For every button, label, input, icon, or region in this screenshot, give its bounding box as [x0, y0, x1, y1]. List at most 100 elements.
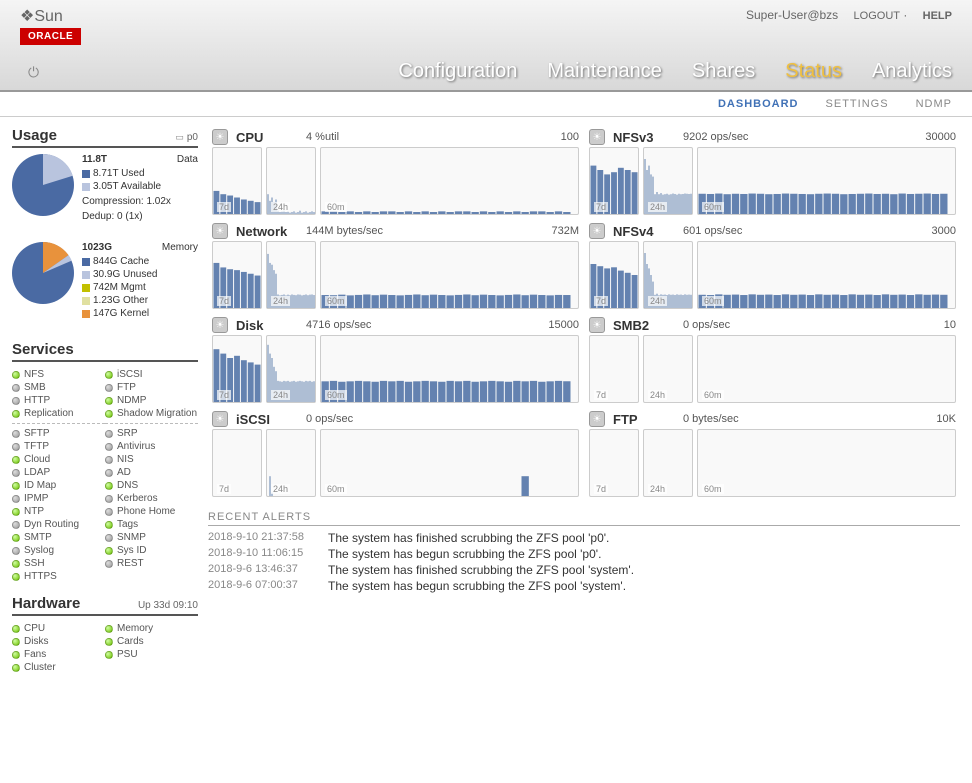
weather-icon[interactable]: ☀: [589, 223, 605, 239]
service-ftp[interactable]: FTP: [105, 381, 198, 394]
service-memory[interactable]: Memory: [105, 622, 198, 635]
service-ldap[interactable]: LDAP: [12, 466, 105, 479]
service-ssh[interactable]: SSH: [12, 557, 105, 570]
service-shadow-migration[interactable]: Shadow Migration: [105, 407, 198, 420]
status-led: [105, 625, 113, 633]
spark-60m[interactable]: 60m: [697, 241, 956, 309]
nav-shares[interactable]: Shares: [692, 60, 755, 83]
spark-60m[interactable]: 60m: [697, 147, 956, 215]
alert-row: 2018-9-10 11:06:15The system has begun s…: [208, 546, 960, 562]
spark-60m[interactable]: 60m: [320, 241, 579, 309]
subnav-ndmp[interactable]: NDMP: [916, 98, 952, 110]
nav-status[interactable]: Status: [785, 60, 842, 83]
spark-24h[interactable]: 24h: [643, 335, 693, 403]
service-dyn-routing[interactable]: Dyn Routing: [12, 518, 105, 531]
spark-24h[interactable]: 24h: [266, 147, 316, 215]
spark-7d[interactable]: 7d: [212, 241, 262, 309]
spark-24h[interactable]: 24h: [643, 241, 693, 309]
spark-7d[interactable]: 7d: [212, 429, 262, 497]
spark-24h[interactable]: 24h: [266, 429, 316, 497]
spark-24h[interactable]: 24h: [643, 147, 693, 215]
spark-24h[interactable]: 24h: [643, 429, 693, 497]
service-rest[interactable]: REST: [105, 557, 198, 570]
help-link[interactable]: HELP: [923, 10, 952, 22]
alert-row: 2018-9-6 07:00:37The system has begun sc…: [208, 578, 960, 594]
spark-60m[interactable]: 60m: [320, 429, 579, 497]
expand-icon[interactable]: ▭: [175, 132, 184, 142]
alert-row: 2018-9-6 13:46:37The system has finished…: [208, 562, 960, 578]
service-cluster[interactable]: Cluster: [12, 661, 105, 674]
nav-maintenance[interactable]: Maintenance: [547, 60, 662, 83]
graph-stat: 144M bytes/sec: [306, 225, 543, 237]
spark-60m[interactable]: 60m: [320, 147, 579, 215]
spark-7d[interactable]: 7d: [589, 147, 639, 215]
service-sys-id[interactable]: Sys ID: [105, 544, 198, 557]
nav-configuration[interactable]: Configuration: [398, 60, 517, 83]
weather-icon[interactable]: ☀: [212, 223, 228, 239]
service-cloud[interactable]: Cloud: [12, 453, 105, 466]
status-led: [12, 430, 20, 438]
service-smtp[interactable]: SMTP: [12, 531, 105, 544]
graph-title: Disk: [236, 318, 298, 333]
weather-icon[interactable]: ☀: [212, 317, 228, 333]
status-led: [12, 664, 20, 672]
service-cards[interactable]: Cards: [105, 635, 198, 648]
graph-title: Network: [236, 224, 298, 239]
service-replication[interactable]: Replication: [12, 407, 105, 420]
subnav-dashboard[interactable]: DASHBOARD: [718, 98, 799, 110]
status-led: [12, 469, 20, 477]
service-psu[interactable]: PSU: [105, 648, 198, 661]
weather-icon[interactable]: ☀: [212, 411, 228, 427]
graph-max: 3000: [932, 225, 956, 237]
service-smb[interactable]: SMB: [12, 381, 105, 394]
service-ipmp[interactable]: IPMP: [12, 492, 105, 505]
service-tags[interactable]: Tags: [105, 518, 198, 531]
subnav-settings[interactable]: SETTINGS: [826, 98, 889, 110]
service-kerberos[interactable]: Kerberos: [105, 492, 198, 505]
weather-icon[interactable]: ☀: [589, 411, 605, 427]
spark-7d[interactable]: 7d: [589, 335, 639, 403]
spark-7d[interactable]: 7d: [589, 429, 639, 497]
weather-icon[interactable]: ☀: [589, 129, 605, 145]
power-icon[interactable]: ⏻: [28, 64, 39, 81]
service-ntp[interactable]: NTP: [12, 505, 105, 518]
weather-icon[interactable]: ☀: [589, 317, 605, 333]
spark-24h[interactable]: 24h: [266, 241, 316, 309]
service-cpu[interactable]: CPU: [12, 622, 105, 635]
service-phone-home[interactable]: Phone Home: [105, 505, 198, 518]
spark-7d[interactable]: 7d: [212, 147, 262, 215]
spark-7d[interactable]: 7d: [212, 335, 262, 403]
service-https[interactable]: HTTPS: [12, 570, 105, 583]
status-led: [105, 430, 113, 438]
service-id-map[interactable]: ID Map: [12, 479, 105, 492]
logout-link[interactable]: LOGOUT: [854, 10, 900, 22]
nav-analytics[interactable]: Analytics: [872, 60, 952, 83]
service-srp[interactable]: SRP: [105, 427, 198, 440]
service-ndmp[interactable]: NDMP: [105, 394, 198, 407]
service-ad[interactable]: AD: [105, 466, 198, 479]
service-nis[interactable]: NIS: [105, 453, 198, 466]
spark-24h[interactable]: 24h: [266, 335, 316, 403]
service-nfs[interactable]: NFS: [12, 368, 105, 381]
service-http[interactable]: HTTP: [12, 394, 105, 407]
status-led: [105, 482, 113, 490]
service-antivirus[interactable]: Antivirus: [105, 440, 198, 453]
graph-card-smb2: ☀SMB20 ops/sec107d24h60m: [585, 315, 960, 407]
status-led: [105, 560, 113, 568]
service-syslog[interactable]: Syslog: [12, 544, 105, 557]
spark-60m[interactable]: 60m: [697, 429, 956, 497]
spark-60m[interactable]: 60m: [697, 335, 956, 403]
service-snmp[interactable]: SNMP: [105, 531, 198, 544]
service-fans[interactable]: Fans: [12, 648, 105, 661]
graph-card-iscsi: ☀iSCSI0 ops/sec7d24h60m: [208, 409, 583, 501]
service-dns[interactable]: DNS: [105, 479, 198, 492]
service-tftp[interactable]: TFTP: [12, 440, 105, 453]
weather-icon[interactable]: ☀: [212, 129, 228, 145]
spark-7d[interactable]: 7d: [589, 241, 639, 309]
service-sftp[interactable]: SFTP: [12, 427, 105, 440]
service-iscsi[interactable]: iSCSI: [105, 368, 198, 381]
service-disks[interactable]: Disks: [12, 635, 105, 648]
status-led: [12, 443, 20, 451]
spark-60m[interactable]: 60m: [320, 335, 579, 403]
status-led: [12, 371, 20, 379]
